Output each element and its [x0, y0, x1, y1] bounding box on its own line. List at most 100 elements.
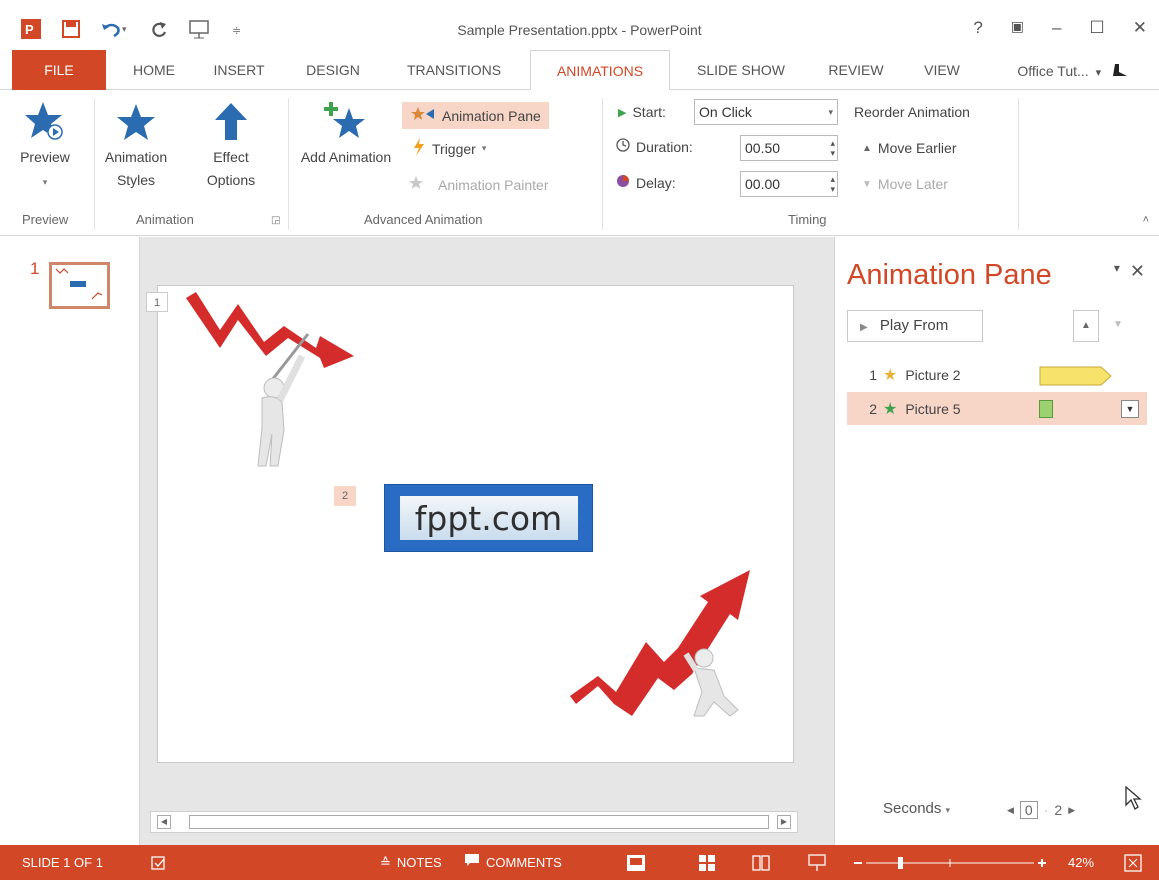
- ribbon-separator: [288, 98, 289, 230]
- add-animation-icon: [296, 100, 396, 142]
- slideshow-view-icon[interactable]: [808, 845, 826, 880]
- animation-tag-1[interactable]: 1: [146, 292, 168, 312]
- spell-check-icon[interactable]: [150, 845, 168, 880]
- group-label-preview: Preview: [22, 212, 69, 227]
- group-label-animation: Animation: [136, 212, 194, 227]
- comments-button[interactable]: COMMENTS: [464, 845, 562, 880]
- chevron-down-icon: ▾: [828, 107, 833, 117]
- account-chevron-icon: ▾: [1095, 67, 1102, 80]
- move-later-button[interactable]: ▼ Move Later: [862, 176, 948, 192]
- reorder-animation-label: Reorder Animation: [854, 104, 970, 120]
- timeline-start: 0: [1019, 801, 1038, 819]
- status-bar: SLIDE 1 OF 1 ≙ NOTES COMMENTS 42%: [0, 845, 1159, 880]
- collapse-ribbon-icon[interactable]: ˄: [1143, 214, 1149, 226]
- scrollbar-thumb[interactable]: [189, 815, 769, 829]
- timeline-left-icon[interactable]: ◀: [1007, 805, 1014, 816]
- timing-bar[interactable]: [1039, 400, 1053, 418]
- timing-bar[interactable]: [1039, 366, 1112, 386]
- slide-sorter-view-icon[interactable]: [698, 845, 716, 880]
- animation-pane-button[interactable]: Animation Pane: [402, 102, 549, 129]
- help-icon[interactable]: ?: [973, 18, 982, 38]
- clock-icon: [616, 138, 630, 155]
- comment-icon: [464, 845, 480, 880]
- animation-list-item[interactable]: 1 ★ Picture 2: [847, 358, 1147, 391]
- seconds-dropdown[interactable]: Seconds ▾: [883, 800, 950, 817]
- slide-thumbnails-pane: 1: [0, 237, 140, 845]
- add-animation-button[interactable]: Add Animation: [296, 100, 396, 169]
- tab-transitions[interactable]: TRANSITIONS: [392, 50, 516, 90]
- spinner-icon[interactable]: ▴ ▾: [830, 174, 835, 194]
- animation-painter-button[interactable]: Animation Painter: [406, 174, 549, 195]
- minimize-icon[interactable]: –: [1052, 18, 1061, 38]
- item-dropdown-icon[interactable]: ▼: [1121, 400, 1139, 418]
- fppt-logo-image[interactable]: fppt.com: [384, 484, 593, 552]
- group-label-timing: Timing: [788, 212, 827, 227]
- move-down-button[interactable]: ▼: [1105, 310, 1131, 342]
- account-name: Office Tut...: [1017, 63, 1089, 80]
- timeline-scale[interactable]: ◀ 0 · 2 ▶: [1007, 801, 1075, 819]
- figure-with-down-arrow-image[interactable]: [186, 290, 386, 470]
- tab-file[interactable]: FILE: [12, 50, 106, 90]
- delay-input[interactable]: 00.00 ▴ ▾: [740, 171, 838, 197]
- ribbon-separator: [1018, 98, 1019, 230]
- zoom-level[interactable]: 42%: [1068, 845, 1094, 880]
- move-earlier-button[interactable]: ▲ Move Earlier: [862, 140, 957, 156]
- animation-pane-title: Animation Pane: [847, 259, 1052, 291]
- title-bar: P ▾ ≑ Sample Presentation.pptx - PowerPo…: [0, 0, 1159, 50]
- effect-options-button[interactable]: Effect Options: [196, 100, 266, 192]
- zoom-slider[interactable]: [852, 845, 1048, 880]
- tab-view[interactable]: VIEW: [912, 50, 972, 90]
- horizontal-scrollbar[interactable]: ◀ ▶: [150, 811, 798, 833]
- figure-with-up-arrow-image[interactable]: [568, 566, 768, 726]
- group-label-advanced-animation: Advanced Animation: [364, 212, 483, 227]
- tab-design[interactable]: DESIGN: [296, 50, 370, 90]
- fit-slide-icon[interactable]: [1124, 845, 1142, 880]
- entrance-star-icon: ★: [883, 366, 898, 384]
- animation-tag-2[interactable]: 2: [334, 486, 356, 506]
- mouse-cursor-icon: [1124, 785, 1142, 814]
- timeline-tick: ·: [1043, 802, 1049, 818]
- account-menu[interactable]: Office Tut... ▾: [1017, 62, 1133, 83]
- animation-painter-icon: [406, 174, 432, 195]
- trigger-button[interactable]: Trigger ▾: [412, 138, 486, 159]
- spinner-icon[interactable]: ▴ ▾: [830, 138, 835, 158]
- animation-styles-button[interactable]: Animation Styles: [102, 100, 170, 192]
- entrance-star-icon: ★: [883, 400, 898, 418]
- scroll-left-icon[interactable]: ◀: [157, 815, 171, 829]
- timeline-right-icon[interactable]: ▶: [1068, 805, 1075, 816]
- preview-button[interactable]: Preview ▾: [16, 100, 74, 194]
- start-dropdown[interactable]: On Click ▾: [694, 99, 838, 125]
- slide-thumbnail[interactable]: [49, 262, 110, 309]
- tab-home[interactable]: HOME: [124, 50, 184, 90]
- tab-review[interactable]: REVIEW: [816, 50, 896, 90]
- reading-view-icon[interactable]: [752, 845, 770, 880]
- animation-list-item-selected[interactable]: 2 ★ Picture 5 ▼: [847, 392, 1147, 425]
- close-icon[interactable]: ✕: [1133, 18, 1147, 38]
- ribbon-separator: [94, 98, 95, 230]
- notes-button[interactable]: ≙ NOTES: [380, 845, 442, 880]
- tab-slide-show[interactable]: SLIDE SHOW: [684, 50, 798, 90]
- work-area: 1 1 2 fppt.com ◀ ▶ Animation Pane ▾ ✕ ▶ …: [0, 237, 1159, 845]
- scroll-right-icon[interactable]: ▶: [777, 815, 791, 829]
- play-from-button[interactable]: ▶ Play From: [847, 310, 983, 342]
- delay-label: Delay:: [616, 174, 676, 191]
- duration-label: Duration:: [616, 138, 693, 155]
- slide-counter: SLIDE 1 OF 1: [22, 855, 103, 870]
- tab-animations[interactable]: ANIMATIONS: [530, 50, 670, 91]
- ribbon-separator: [602, 98, 603, 230]
- animation-pane: Animation Pane ▾ ✕ ▶ Play From ▲ ▼ 1 ★ P…: [834, 237, 1159, 845]
- tab-insert[interactable]: INSERT: [204, 50, 274, 90]
- normal-view-icon[interactable]: [626, 845, 646, 880]
- ribbon-display-options-icon[interactable]: ▣: [1011, 18, 1024, 38]
- pane-options-icon[interactable]: ▾: [1114, 261, 1120, 282]
- maximize-icon[interactable]: ☐: [1090, 18, 1105, 38]
- start-label: ▶ Start:: [618, 104, 666, 120]
- pane-close-icon[interactable]: ✕: [1130, 261, 1145, 282]
- move-up-button[interactable]: ▲: [1073, 310, 1099, 342]
- lightning-icon: [412, 138, 426, 159]
- animation-pane-icon: [410, 105, 436, 126]
- dialog-launcher-icon[interactable]: ◲: [271, 215, 280, 226]
- slide-canvas[interactable]: 1 2 fppt.com: [146, 285, 794, 763]
- ribbon-tab-bar: FILE HOME INSERT DESIGN TRANSITIONS ANIM…: [0, 50, 1159, 91]
- duration-input[interactable]: 00.50 ▴ ▾: [740, 135, 838, 161]
